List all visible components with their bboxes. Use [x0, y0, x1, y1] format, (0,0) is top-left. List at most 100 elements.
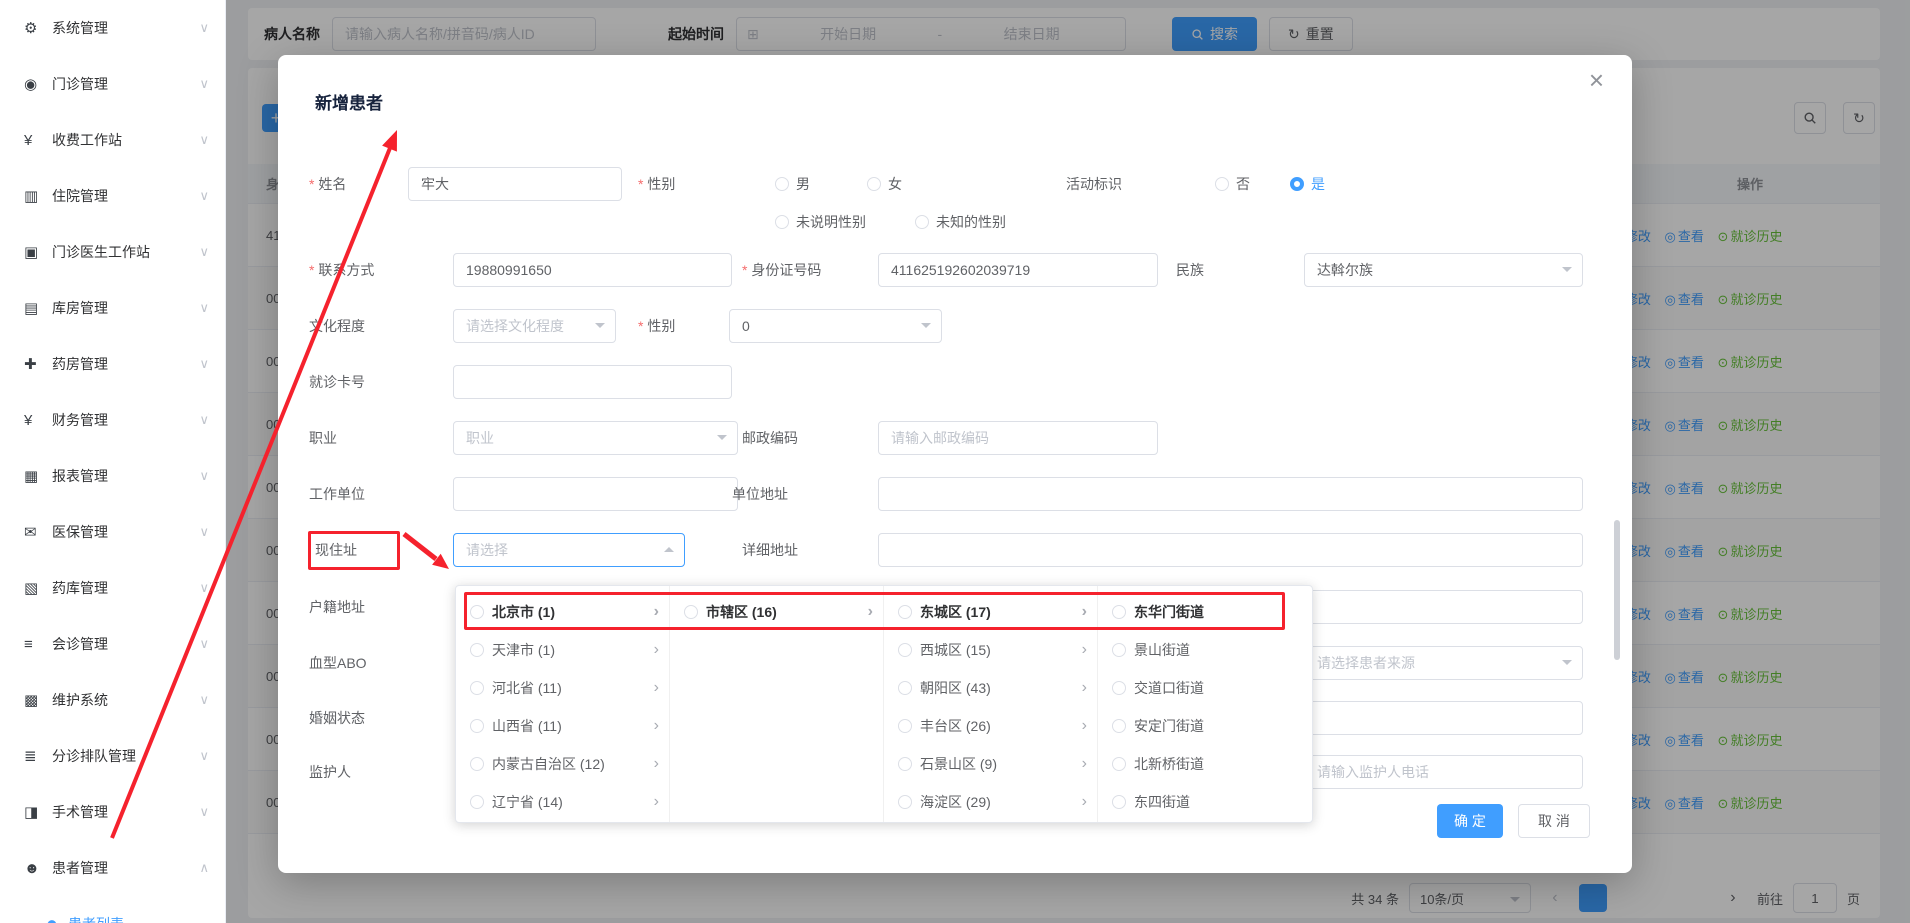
sidebar-item[interactable]: ▩ 维护系统: [0, 672, 225, 728]
insurance-icon: ✉: [24, 523, 48, 541]
name-input[interactable]: [408, 167, 622, 201]
cascader-option[interactable]: 海淀区 (29) ›: [884, 783, 1097, 821]
cascader-option[interactable]: 石景山区 (9) ›: [884, 745, 1097, 783]
chevron-right-icon: ›: [868, 603, 873, 621]
cascader-column-street: 东华门街道 › 景山街道 › 交道口街道 › 安定门街道 › 北新桥街道 › 东…: [1098, 586, 1312, 822]
id-number-input[interactable]: [878, 253, 1158, 287]
work-unit-input[interactable]: [453, 477, 738, 511]
active-flag-radio-yes[interactable]: 是: [1290, 167, 1325, 201]
sidebar-item[interactable]: ≡ 会诊管理: [0, 616, 225, 672]
radio-icon: [898, 757, 912, 771]
chevron-down-icon: [199, 132, 209, 148]
gender-radio-unknown[interactable]: 未知的性别: [915, 205, 1006, 239]
patient-source-select[interactable]: 请选择患者来源: [1304, 646, 1583, 680]
cascader-option[interactable]: 西城区 (15) ›: [884, 631, 1097, 669]
sidebar-item[interactable]: ▧ 药库管理: [0, 560, 225, 616]
gender-radio-male[interactable]: 男: [775, 167, 810, 201]
contact-input[interactable]: [453, 253, 732, 287]
cascader-option[interactable]: 北新桥街道 ›: [1098, 745, 1312, 783]
cascader-option[interactable]: 丰台区 (26) ›: [884, 707, 1097, 745]
marital-status-label: 婚姻状态: [309, 701, 365, 735]
gender2-select[interactable]: 0: [729, 309, 942, 343]
cascader-option[interactable]: 东城区 (17) ›: [884, 593, 1097, 631]
chevron-right-icon: ›: [654, 793, 659, 811]
radio-icon: [470, 795, 484, 809]
modal-scrollbar-thumb[interactable]: [1614, 520, 1620, 660]
sidebar-item[interactable]: ◉ 门诊管理: [0, 56, 225, 112]
contact-label: 联系方式: [309, 253, 374, 287]
active-flag-radio-no[interactable]: 否: [1215, 167, 1250, 201]
sidebar-item[interactable]: ⚙ 系统管理: [0, 0, 225, 56]
radio-icon: [470, 643, 484, 657]
occupation-select[interactable]: 职业: [453, 421, 738, 455]
cancel-button[interactable]: 取 消: [1518, 804, 1590, 838]
guardian-phone-input[interactable]: [1304, 755, 1583, 789]
surgery-icon: ◨: [24, 803, 48, 821]
sidebar-item[interactable]: ✚ 药房管理: [0, 336, 225, 392]
current-address-cascader-trigger[interactable]: 请选择: [453, 533, 685, 567]
sidebar-item[interactable]: ✉ 医保管理: [0, 504, 225, 560]
chevron-right-icon: ›: [1082, 755, 1087, 773]
gender-radio-unstated[interactable]: 未说明性别: [775, 205, 866, 239]
sidebar-item[interactable]: ≣ 分诊排队管理: [0, 728, 225, 784]
sidebar-item[interactable]: ▣ 门诊医生工作站: [0, 224, 225, 280]
cascader-option[interactable]: 内蒙古自治区 (12) ›: [456, 745, 669, 783]
sidebar-item[interactable]: ▦ 报表管理: [0, 448, 225, 504]
chevron-down-icon: [199, 860, 209, 876]
cascader-column-city: 市辖区 (16) ›: [670, 586, 884, 822]
patient-icon: ☻: [24, 860, 48, 877]
cascader-option[interactable]: 辽宁省 (14) ›: [456, 783, 669, 821]
cascader-column-province: 北京市 (1) › 天津市 (1) › 河北省 (11) › 山西省 (11) …: [456, 586, 670, 822]
chevron-down-icon: [595, 323, 605, 328]
chevron-down-icon: [1562, 267, 1572, 272]
chevron-right-icon: ›: [654, 755, 659, 773]
cascader-option[interactable]: 东四街道 ›: [1098, 783, 1312, 821]
detail-address-input[interactable]: [878, 533, 1583, 567]
cascader-option[interactable]: 天津市 (1) ›: [456, 631, 669, 669]
gear-icon: ⚙: [24, 19, 48, 37]
visit-card-label: 就诊卡号: [309, 365, 365, 399]
cascader-option[interactable]: 交道口街道 ›: [1098, 669, 1312, 707]
dialog-title: 新增患者: [315, 89, 383, 114]
chevron-down-icon: [199, 748, 209, 764]
education-select[interactable]: 请选择文化程度: [453, 309, 616, 343]
visit-card-input[interactable]: [453, 365, 732, 399]
radio-icon: [1112, 681, 1126, 695]
chevron-down-icon: [921, 323, 931, 328]
radio-icon: [898, 681, 912, 695]
chevron-right-icon: ›: [1082, 793, 1087, 811]
sidebar-item[interactable]: ¥ 财务管理: [0, 392, 225, 448]
chevron-right-icon: ›: [1082, 717, 1087, 735]
current-address-label: 现住址: [315, 533, 357, 567]
chevron-down-icon: [199, 300, 209, 316]
sidebar-item-patient-list[interactable]: ☻ 患者列表: [0, 896, 225, 923]
sidebar-item[interactable]: ▤ 库房管理: [0, 280, 225, 336]
ethnicity-select[interactable]: 达斡尔族: [1304, 253, 1583, 287]
fee-station-icon: ¥: [24, 132, 48, 149]
cascader-option[interactable]: 景山街道 ›: [1098, 631, 1312, 669]
confirm-button[interactable]: 确 定: [1437, 804, 1503, 838]
radio-icon: [1112, 757, 1126, 771]
sidebar-subitem-label: 患者列表: [68, 914, 124, 923]
chevron-right-icon: ›: [654, 603, 659, 621]
cascader-option[interactable]: 安定门街道 ›: [1098, 707, 1312, 745]
postal-code-label: 邮政编码: [742, 421, 798, 455]
detail-address-label: 详细地址: [742, 533, 798, 567]
postal-code-input[interactable]: [878, 421, 1158, 455]
cascader-option[interactable]: 东华门街道 ›: [1098, 593, 1312, 631]
sidebar-item[interactable]: ☻ 患者管理: [0, 840, 225, 896]
cascader-option[interactable]: 市辖区 (16) ›: [670, 593, 883, 631]
close-icon[interactable]: ×: [1583, 61, 1610, 99]
sidebar-item[interactable]: ▥ 住院管理: [0, 168, 225, 224]
cascader-option[interactable]: 朝阳区 (43) ›: [884, 669, 1097, 707]
pharmacy-icon: ✚: [24, 355, 48, 373]
cascader-option[interactable]: 河北省 (11) ›: [456, 669, 669, 707]
chevron-up-icon: [664, 547, 674, 552]
radio-icon: [1112, 795, 1126, 809]
unit-address-input[interactable]: [878, 477, 1583, 511]
gender-radio-female[interactable]: 女: [867, 167, 902, 201]
sidebar-item[interactable]: ¥ 收费工作站: [0, 112, 225, 168]
sidebar-item[interactable]: ◨ 手术管理: [0, 784, 225, 840]
cascader-option[interactable]: 山西省 (11) ›: [456, 707, 669, 745]
cascader-option[interactable]: 北京市 (1) ›: [456, 593, 669, 631]
